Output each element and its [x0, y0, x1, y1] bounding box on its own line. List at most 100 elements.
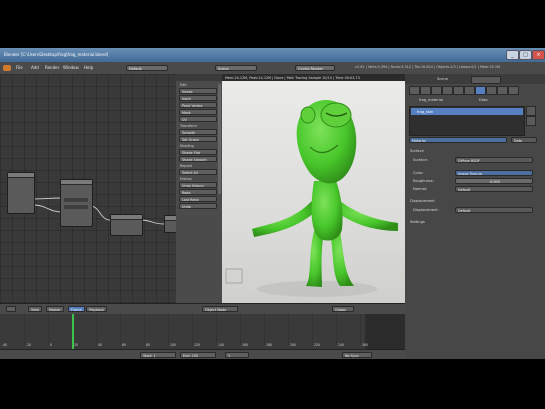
frame-label: 100	[170, 343, 177, 347]
transform-orientation-selector[interactable]: Global	[332, 306, 354, 312]
scene-tab-icon[interactable]	[420, 86, 431, 95]
outliner-strip: Scene	[405, 74, 545, 84]
frame-label: -20	[26, 343, 32, 347]
frame-label: 160	[242, 343, 249, 347]
frame-label: 180	[266, 343, 273, 347]
editor-type-icon[interactable]	[6, 306, 16, 312]
frame-label: 120	[194, 343, 201, 347]
render-engine-selector[interactable]: Cycles Render	[295, 65, 335, 71]
menu-help[interactable]: Help	[84, 65, 93, 70]
material-slot-list[interactable]: frog_skin	[409, 106, 525, 136]
texture-tab-icon[interactable]	[486, 86, 497, 95]
displacement-input-field[interactable]: Default	[455, 207, 533, 213]
particles-tab-icon[interactable]	[497, 86, 508, 95]
node-projection-field[interactable]	[64, 205, 88, 209]
node-image-field[interactable]	[64, 198, 88, 202]
tool-button-last-redo[interactable]: Last Redo	[179, 196, 217, 202]
3d-viewport[interactable]: Mem:24.12M, Peak:24.12M | Done | Path Tr…	[222, 74, 406, 303]
frog-right-arm	[338, 201, 398, 231]
node-header	[8, 173, 34, 178]
tool-button-shade-flat[interactable]: Shade Flat	[179, 149, 217, 155]
tool-button-undo-history[interactable]: Undo History	[179, 182, 217, 188]
layout-selector[interactable]: Default	[126, 65, 168, 71]
tool-button-redo[interactable]: Redo	[179, 189, 217, 195]
tool-label-history: History	[180, 177, 193, 181]
node-texture-coordinate[interactable]	[7, 172, 35, 214]
node-diffuse-bsdf[interactable]	[110, 214, 143, 236]
material-tab-icon[interactable]	[475, 86, 486, 95]
timeline-view-menu[interactable]: View	[28, 306, 43, 312]
color-input-field[interactable]: Image Texture	[455, 170, 533, 176]
tool-button-image[interactable]: Image	[179, 88, 217, 94]
material-datablock-field[interactable]: Material	[409, 137, 507, 143]
material-link-selector[interactable]: Data	[511, 137, 537, 143]
tool-button-set-origin[interactable]: Set Origin	[179, 136, 217, 142]
frog-right-eye	[320, 102, 352, 128]
roughness-slider[interactable]: 0.000	[455, 178, 533, 184]
frame-label: 220	[314, 343, 321, 347]
menu-file[interactable]: File	[16, 65, 23, 70]
tool-label-repeat: Repeat	[180, 164, 192, 168]
object-mode-selector[interactable]: Object Mode	[202, 306, 238, 312]
minimize-button[interactable]: _	[506, 50, 519, 60]
color-label: Color:	[413, 171, 424, 175]
current-frame-field[interactable]: 1	[225, 352, 249, 358]
frame-label: 140	[218, 343, 225, 347]
surface-label: Surface:	[413, 158, 428, 162]
physics-tab-icon[interactable]	[508, 86, 519, 95]
tool-button-mask[interactable]: Mask	[179, 109, 217, 115]
end-frame-field[interactable]: End: 250	[180, 352, 216, 358]
menu-render[interactable]: Render	[45, 65, 59, 70]
material-slot-selected[interactable]: frog_skin	[411, 108, 523, 115]
sync-mode-selector[interactable]: No Sync	[342, 352, 372, 358]
menu-add[interactable]: Add	[31, 65, 39, 70]
tool-shelf-scrollbar[interactable]	[218, 84, 221, 194]
data-tab-icon[interactable]	[464, 86, 475, 95]
normal-input-field[interactable]: Default	[455, 186, 533, 192]
tool-button-uv[interactable]: UV	[179, 116, 217, 122]
render-status-bar: Mem:24.12M, Peak:24.12M | Done | Path Tr…	[222, 74, 405, 81]
surface-shader-field[interactable]: Diffuse BSDF	[455, 157, 533, 163]
add-slot-button[interactable]	[526, 106, 536, 116]
timeline-out-of-range	[365, 314, 405, 349]
scene-selector[interactable]: Scene	[215, 65, 257, 71]
timeline-playback-menu[interactable]: Playback	[86, 306, 108, 312]
modifier-tab-icon[interactable]	[453, 86, 464, 95]
timeline-marker-menu[interactable]: Marker	[46, 306, 64, 312]
tool-button-shade-smooth[interactable]: Shade Smooth	[179, 156, 217, 162]
render-tab-icon[interactable]	[409, 86, 420, 95]
object-tab-icon[interactable]	[442, 86, 453, 95]
maximize-button[interactable]: □	[519, 50, 532, 60]
tool-shelf: Edit Image Input Paint Vertex Mask UV Tr…	[176, 74, 223, 303]
tool-button-select-all[interactable]: Select All	[179, 169, 217, 175]
outliner-scene-label: Scene	[437, 77, 448, 81]
outliner-display-selector[interactable]	[471, 76, 501, 84]
tool-button-smooth[interactable]: Smooth	[179, 129, 217, 135]
settings-section-header[interactable]: Settings	[410, 220, 425, 224]
material-slot-name: frog_skin	[417, 109, 434, 114]
node-editor[interactable]	[0, 74, 178, 303]
tool-button-paint-vertex[interactable]: Paint Vertex	[179, 102, 217, 108]
blender-logo-icon[interactable]	[3, 65, 11, 71]
scene-info-text: v2.61 | Verts:5,394 | Faces:5,312 | Tris…	[355, 65, 500, 69]
displacement-section-header[interactable]: Displacement	[410, 199, 435, 203]
close-button[interactable]: ×	[532, 50, 545, 60]
timeline-playhead[interactable]	[72, 314, 74, 349]
roughness-label: Roughness:	[413, 179, 434, 183]
timeline-area[interactable]: -40 -20 0 20 40 60 80 100 120 140 160 18…	[0, 314, 405, 349]
tool-label-shading: Shading	[180, 144, 194, 148]
frame-label: 200	[290, 343, 297, 347]
start-frame-field[interactable]: Start: 1	[140, 352, 176, 358]
surface-section-header[interactable]: Surface	[410, 149, 424, 153]
remove-slot-button[interactable]	[526, 116, 536, 126]
menu-window[interactable]: Window	[63, 65, 79, 70]
tool-button-input[interactable]: Input	[179, 95, 217, 101]
normal-label: Normal:	[413, 187, 428, 191]
timeline-frame-menu[interactable]: Frame	[68, 306, 85, 312]
node-header	[111, 215, 142, 220]
node-image-texture[interactable]	[60, 179, 93, 227]
world-tab-icon[interactable]	[431, 86, 442, 95]
frame-label: 40	[98, 343, 103, 347]
tool-button-undo[interactable]: Undo	[179, 203, 217, 209]
properties-editor: Scene frog_material Data frog_skin Mater…	[405, 74, 545, 359]
